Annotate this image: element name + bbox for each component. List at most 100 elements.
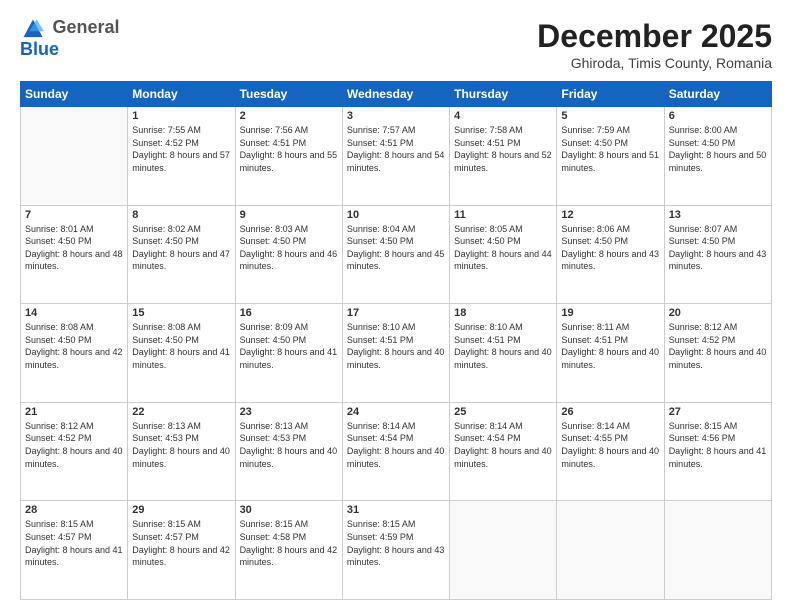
header: General Blue December 2025 Ghiroda, Timi… bbox=[20, 18, 772, 71]
day-cell: 12 Sunrise: 8:06 AMSunset: 4:50 PMDayligh… bbox=[557, 205, 664, 304]
day-info: Sunrise: 8:08 AMSunset: 4:50 PMDaylight:… bbox=[132, 321, 230, 371]
day-cell bbox=[557, 501, 664, 600]
day-info: Sunrise: 8:15 AMSunset: 4:56 PMDaylight:… bbox=[669, 420, 767, 470]
day-cell: 19 Sunrise: 8:11 AMSunset: 4:51 PMDayligh… bbox=[557, 304, 664, 403]
day-cell: 17 Sunrise: 8:10 AMSunset: 4:51 PMDayligh… bbox=[342, 304, 449, 403]
location: Ghiroda, Timis County, Romania bbox=[537, 55, 772, 71]
day-number: 3 bbox=[347, 110, 445, 122]
day-cell: 26Sunrise: 8:14 AMSunset: 4:55 PMDayligh… bbox=[557, 402, 664, 501]
day-number: 7 bbox=[25, 209, 123, 221]
day-info: Sunrise: 8:00 AMSunset: 4:50 PMDaylight:… bbox=[669, 124, 767, 174]
day-info: Sunrise: 8:01 AMSunset: 4:50 PMDaylight:… bbox=[25, 223, 123, 273]
day-number: 2 bbox=[240, 110, 338, 122]
day-number: 17 bbox=[347, 307, 445, 319]
day-cell: 29 Sunrise: 8:15 AMSunset: 4:57 PMDayligh… bbox=[128, 501, 235, 600]
day-cell: 25Sunrise: 8:14 AMSunset: 4:54 PMDayligh… bbox=[450, 402, 557, 501]
day-number: 14 bbox=[25, 307, 123, 319]
day-number: 13 bbox=[669, 209, 767, 221]
logo-general: General bbox=[52, 17, 119, 37]
day-cell: 28 Sunrise: 8:15 AMSunset: 4:57 PMDayligh… bbox=[21, 501, 128, 600]
day-info: Sunrise: 8:12 AMSunset: 4:52 PMDaylight:… bbox=[669, 321, 767, 371]
week-row-4: 21 Sunrise: 8:12 AMSunset: 4:52 PMDayligh… bbox=[21, 402, 772, 501]
day-number: 21 bbox=[25, 406, 123, 418]
day-info: Sunrise: 8:13 AMSunset: 4:53 PMDaylight:… bbox=[240, 420, 338, 470]
day-cell: 23Sunrise: 8:13 AMSunset: 4:53 PMDayligh… bbox=[235, 402, 342, 501]
week-row-3: 14 Sunrise: 8:08 AMSunset: 4:50 PMDayligh… bbox=[21, 304, 772, 403]
day-number: 30 bbox=[240, 504, 338, 516]
day-number: 27 bbox=[669, 406, 767, 418]
day-info: Sunrise: 8:02 AMSunset: 4:50 PMDaylight:… bbox=[132, 223, 230, 273]
day-cell: 18 Sunrise: 8:10 AMSunset: 4:51 PMDayligh… bbox=[450, 304, 557, 403]
day-info: Sunrise: 8:15 AMSunset: 4:58 PMDaylight:… bbox=[240, 518, 338, 568]
day-info: Sunrise: 8:15 AMSunset: 4:57 PMDaylight:… bbox=[132, 518, 230, 568]
day-cell: 10 Sunrise: 8:04 AMSunset: 4:50 PMDayligh… bbox=[342, 205, 449, 304]
col-header-sunday: Sunday bbox=[21, 82, 128, 107]
week-row-1: 1 Sunrise: 7:55 AMSunset: 4:52 PMDaylight… bbox=[21, 107, 772, 206]
day-info: Sunrise: 8:04 AMSunset: 4:50 PMDaylight:… bbox=[347, 223, 445, 273]
day-info: Sunrise: 8:07 AMSunset: 4:50 PMDaylight:… bbox=[669, 223, 767, 273]
day-info: Sunrise: 8:05 AMSunset: 4:50 PMDaylight:… bbox=[454, 223, 552, 273]
day-number: 24 bbox=[347, 406, 445, 418]
col-header-tuesday: Tuesday bbox=[235, 82, 342, 107]
col-header-saturday: Saturday bbox=[664, 82, 771, 107]
day-info: Sunrise: 7:55 AMSunset: 4:52 PMDaylight:… bbox=[132, 124, 230, 174]
logo-icon bbox=[22, 18, 44, 40]
day-number: 10 bbox=[347, 209, 445, 221]
day-cell: 15Sunrise: 8:08 AMSunset: 4:50 PMDayligh… bbox=[128, 304, 235, 403]
day-cell: 30 Sunrise: 8:15 AMSunset: 4:58 PMDayligh… bbox=[235, 501, 342, 600]
day-info: Sunrise: 8:06 AMSunset: 4:50 PMDaylight:… bbox=[561, 223, 659, 273]
week-row-2: 7 Sunrise: 8:01 AMSunset: 4:50 PMDaylight… bbox=[21, 205, 772, 304]
day-cell: 6 Sunrise: 8:00 AMSunset: 4:50 PMDaylight… bbox=[664, 107, 771, 206]
day-number: 4 bbox=[454, 110, 552, 122]
col-header-thursday: Thursday bbox=[450, 82, 557, 107]
day-cell: 11 Sunrise: 8:05 AMSunset: 4:50 PMDayligh… bbox=[450, 205, 557, 304]
day-cell: 16 Sunrise: 8:09 AMSunset: 4:50 PMDayligh… bbox=[235, 304, 342, 403]
month-year: December 2025 bbox=[537, 18, 772, 55]
calendar-table: SundayMondayTuesdayWednesdayThursdayFrid… bbox=[20, 81, 772, 600]
logo: General Blue bbox=[20, 18, 120, 60]
day-cell: 24 Sunrise: 8:14 AMSunset: 4:54 PMDayligh… bbox=[342, 402, 449, 501]
day-info: Sunrise: 8:14 AMSunset: 4:54 PMDaylight:… bbox=[347, 420, 445, 470]
day-number: 29 bbox=[132, 504, 230, 516]
week-row-5: 28 Sunrise: 8:15 AMSunset: 4:57 PMDayligh… bbox=[21, 501, 772, 600]
day-info: Sunrise: 8:08 AMSunset: 4:50 PMDaylight:… bbox=[25, 321, 123, 371]
day-info: Sunrise: 8:15 AMSunset: 4:57 PMDaylight:… bbox=[25, 518, 123, 568]
day-number: 6 bbox=[669, 110, 767, 122]
day-cell: 20 Sunrise: 8:12 AMSunset: 4:52 PMDayligh… bbox=[664, 304, 771, 403]
day-info: Sunrise: 8:14 AMSunset: 4:54 PMDaylight:… bbox=[454, 420, 552, 470]
day-info: Sunrise: 8:10 AMSunset: 4:51 PMDaylight:… bbox=[347, 321, 445, 371]
day-number: 8 bbox=[132, 209, 230, 221]
day-cell bbox=[664, 501, 771, 600]
day-number: 1 bbox=[132, 110, 230, 122]
day-cell: 21 Sunrise: 8:12 AMSunset: 4:52 PMDayligh… bbox=[21, 402, 128, 501]
logo-blue: Blue bbox=[20, 39, 59, 59]
day-info: Sunrise: 8:03 AMSunset: 4:50 PMDaylight:… bbox=[240, 223, 338, 273]
day-info: Sunrise: 8:12 AMSunset: 4:52 PMDaylight:… bbox=[25, 420, 123, 470]
day-number: 20 bbox=[669, 307, 767, 319]
day-info: Sunrise: 8:13 AMSunset: 4:53 PMDaylight:… bbox=[132, 420, 230, 470]
day-number: 12 bbox=[561, 209, 659, 221]
day-number: 31 bbox=[347, 504, 445, 516]
day-number: 18 bbox=[454, 307, 552, 319]
col-header-friday: Friday bbox=[557, 82, 664, 107]
day-number: 16 bbox=[240, 307, 338, 319]
day-number: 5 bbox=[561, 110, 659, 122]
day-number: 11 bbox=[454, 209, 552, 221]
day-cell: 14 Sunrise: 8:08 AMSunset: 4:50 PMDayligh… bbox=[21, 304, 128, 403]
day-cell: 9Sunrise: 8:03 AMSunset: 4:50 PMDaylight… bbox=[235, 205, 342, 304]
day-cell: 8 Sunrise: 8:02 AMSunset: 4:50 PMDaylight… bbox=[128, 205, 235, 304]
day-cell: 22 Sunrise: 8:13 AMSunset: 4:53 PMDayligh… bbox=[128, 402, 235, 501]
day-info: Sunrise: 8:11 AMSunset: 4:51 PMDaylight:… bbox=[561, 321, 659, 371]
day-cell: 3Sunrise: 7:57 AMSunset: 4:51 PMDaylight… bbox=[342, 107, 449, 206]
col-header-wednesday: Wednesday bbox=[342, 82, 449, 107]
day-info: Sunrise: 8:10 AMSunset: 4:51 PMDaylight:… bbox=[454, 321, 552, 371]
day-number: 26 bbox=[561, 406, 659, 418]
day-cell: 27 Sunrise: 8:15 AMSunset: 4:56 PMDayligh… bbox=[664, 402, 771, 501]
day-cell: 7 Sunrise: 8:01 AMSunset: 4:50 PMDaylight… bbox=[21, 205, 128, 304]
col-header-monday: Monday bbox=[128, 82, 235, 107]
day-number: 22 bbox=[132, 406, 230, 418]
day-info: Sunrise: 8:09 AMSunset: 4:50 PMDaylight:… bbox=[240, 321, 338, 371]
day-cell: 5Sunrise: 7:59 AMSunset: 4:50 PMDaylight… bbox=[557, 107, 664, 206]
day-number: 19 bbox=[561, 307, 659, 319]
day-number: 28 bbox=[25, 504, 123, 516]
